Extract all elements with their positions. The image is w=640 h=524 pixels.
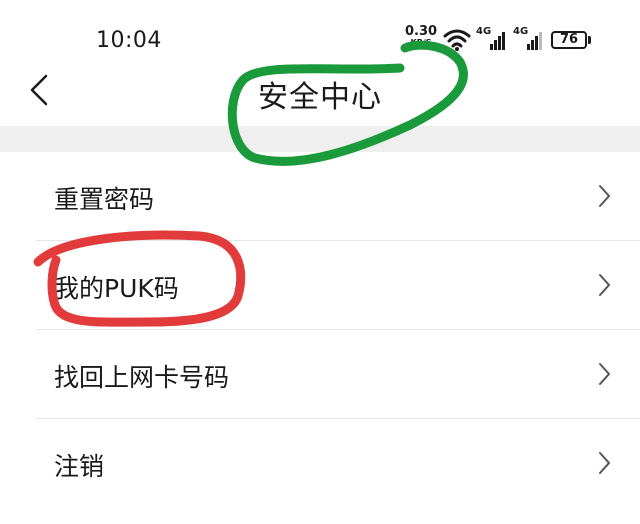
sim1-network-type: 4G bbox=[476, 26, 492, 37]
menu-item-deregister[interactable]: 注销 bbox=[0, 419, 640, 508]
menu-item-label: 重置密码 bbox=[54, 185, 155, 214]
network-speed: 0.30 KB/S bbox=[405, 25, 437, 48]
chevron-right-icon bbox=[599, 274, 611, 296]
status-time: 10:04 bbox=[96, 28, 162, 53]
wifi-icon bbox=[443, 29, 471, 51]
chevron-right-icon bbox=[599, 363, 611, 385]
menu-item-label: 我的PUK码 bbox=[54, 274, 179, 303]
chevron-right-icon bbox=[599, 452, 611, 474]
menu-item-recover-number[interactable]: 找回上网卡号码 bbox=[0, 330, 640, 419]
menu-item-reset-password[interactable]: 重置密码 bbox=[0, 152, 640, 241]
signal-icon bbox=[527, 32, 542, 50]
nav-header: 安全中心 bbox=[0, 60, 640, 126]
chevron-right-icon bbox=[599, 185, 611, 207]
signal-icon bbox=[490, 32, 505, 50]
settings-menu: 重置密码 我的PUK码 找回上网卡号码 注销 bbox=[0, 152, 640, 508]
page-title: 安全中心 bbox=[258, 80, 382, 115]
sim2-network-type: 4G bbox=[513, 26, 529, 37]
menu-item-label: 找回上网卡号码 bbox=[54, 363, 230, 392]
battery-icon: 76 bbox=[551, 31, 587, 49]
section-divider bbox=[0, 126, 640, 152]
battery-tip bbox=[588, 36, 591, 44]
menu-item-my-puk[interactable]: 我的PUK码 bbox=[0, 241, 640, 330]
menu-item-label: 注销 bbox=[54, 452, 105, 481]
status-bar: 10:04 0.30 KB/S 4G 4G 76 bbox=[0, 0, 640, 60]
